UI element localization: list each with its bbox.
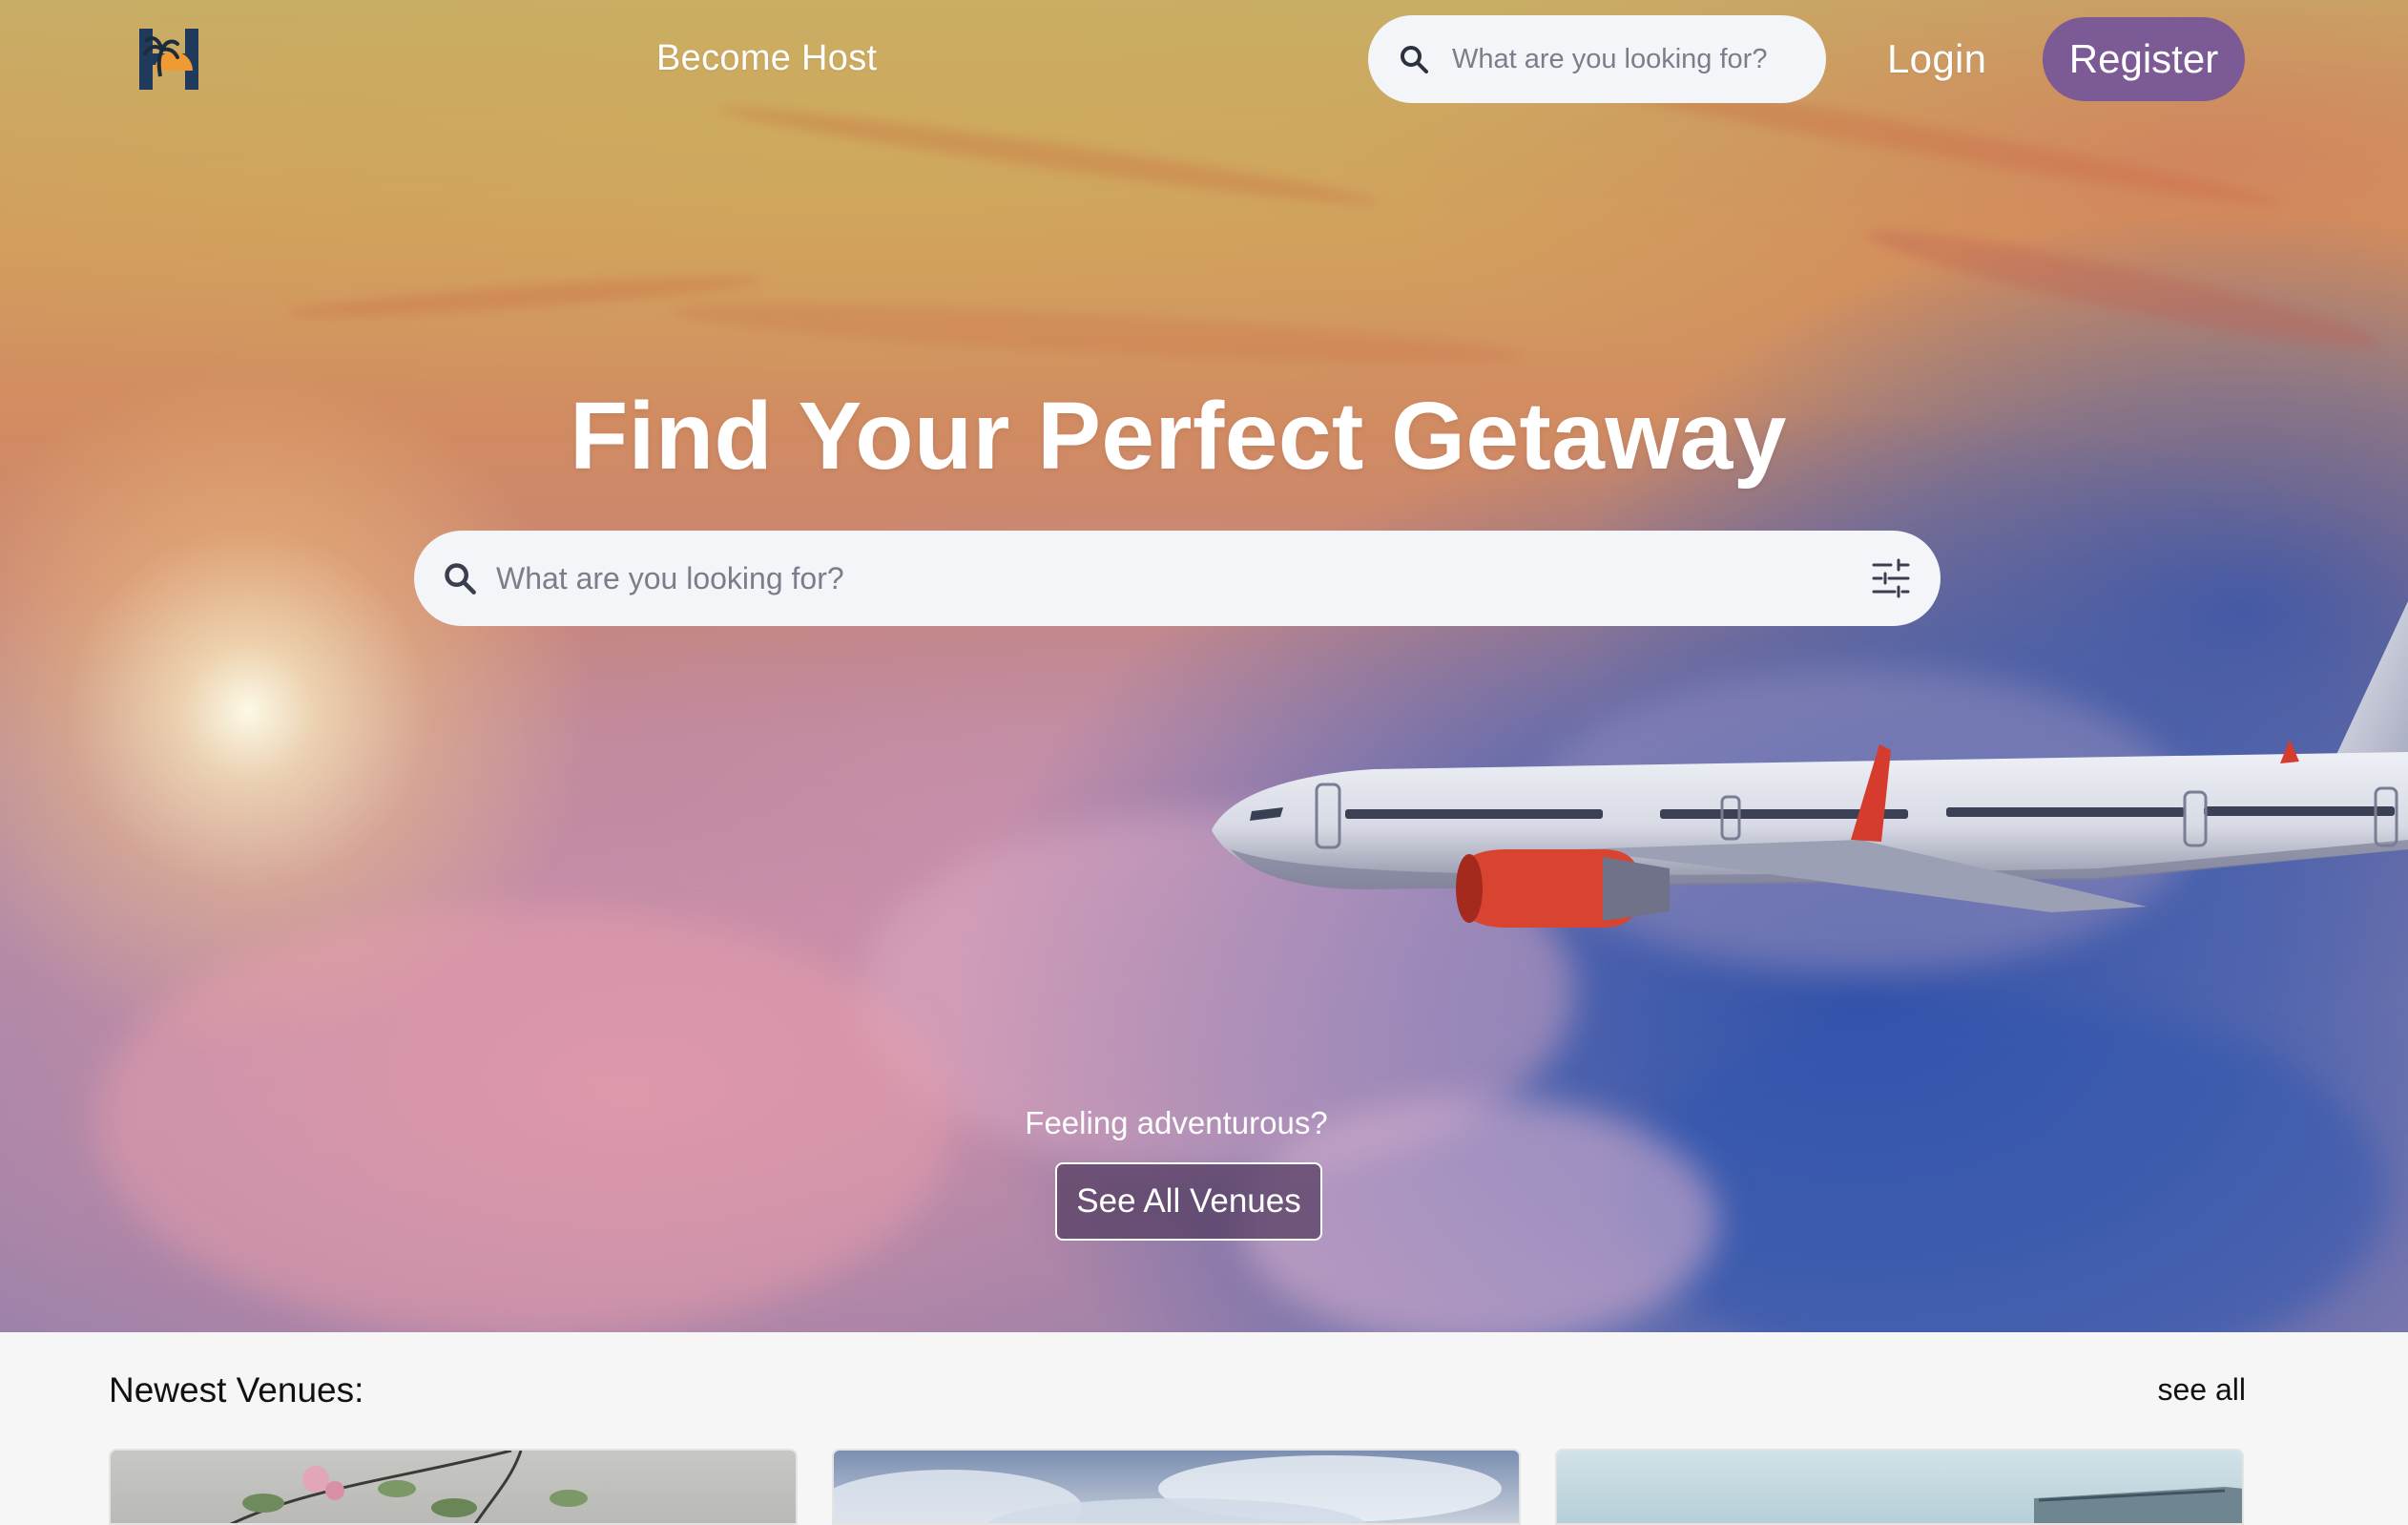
search-icon (445, 563, 476, 595)
header-search-bar[interactable] (1368, 15, 1826, 103)
venue-card[interactable] (1555, 1449, 2244, 1525)
login-link[interactable]: Login (1887, 36, 1986, 82)
register-button[interactable]: Register (2043, 17, 2245, 101)
see-all-link[interactable]: see all (2158, 1372, 2247, 1408)
venue-card[interactable] (832, 1449, 1521, 1525)
sky-streak (667, 292, 1527, 376)
sky-streak (1861, 213, 2384, 365)
become-host-link[interactable]: Become Host (656, 38, 877, 79)
sky-streak (716, 96, 1382, 215)
hero-search-input[interactable] (494, 559, 1870, 597)
cloud (1622, 1002, 2385, 1332)
sliders-icon[interactable] (1870, 557, 1912, 599)
newest-venues-title: Newest Venues: (109, 1370, 364, 1410)
adventurous-text: Feeling adventurous? (1025, 1105, 1328, 1140)
flower-branch-photo (229, 1451, 588, 1523)
sky-clouds-photo (834, 1455, 1502, 1523)
hero-section: Become Host Login Register Find Your Per… (0, 0, 2408, 1332)
building-photo (2034, 1487, 2242, 1523)
palm-sunset-logo[interactable] (139, 29, 198, 90)
venue-card[interactable] (109, 1449, 798, 1525)
hero-title: Find Your Perfect Getaway (570, 383, 1787, 490)
header-search-input[interactable] (1450, 42, 1797, 76)
hero-search-bar[interactable] (414, 531, 1941, 626)
search-icon (1401, 46, 1428, 73)
see-all-venues-button[interactable]: See All Venues (1055, 1162, 1322, 1241)
